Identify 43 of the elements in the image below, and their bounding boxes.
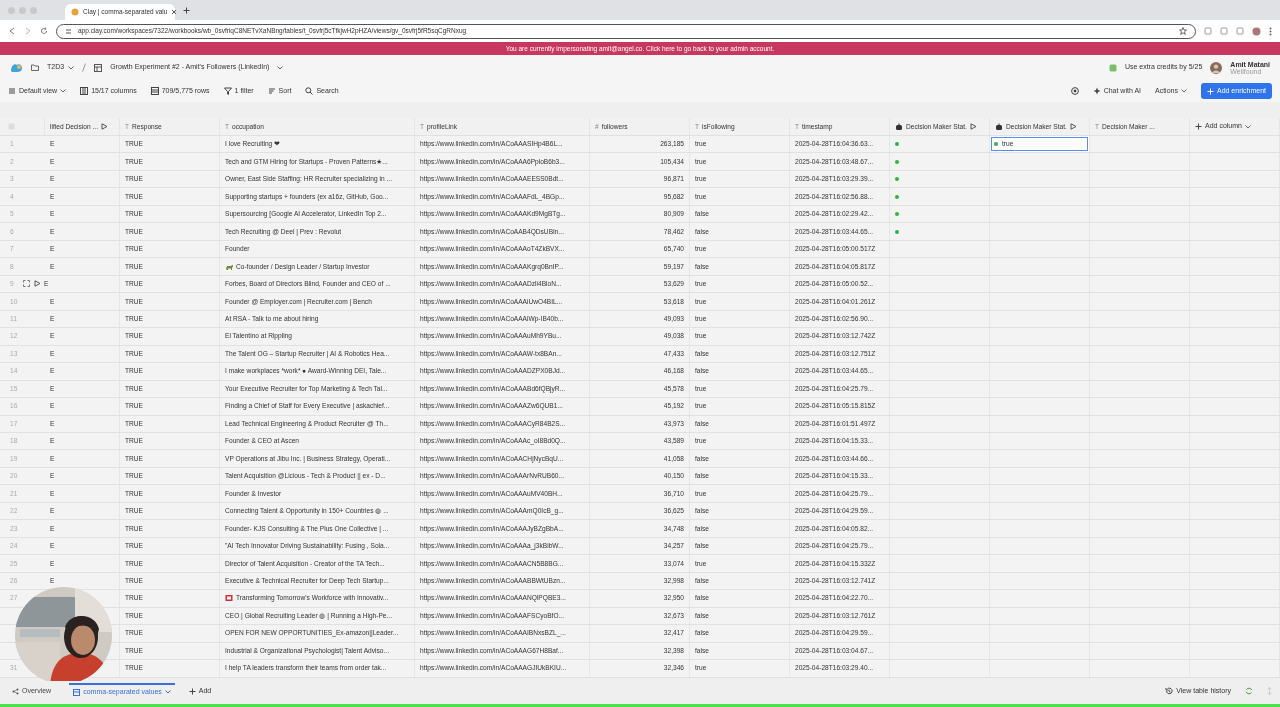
list-icon bbox=[8, 87, 16, 95]
back-icon[interactable] bbox=[8, 27, 16, 35]
logo-icon bbox=[10, 62, 23, 73]
folder-icon bbox=[31, 64, 39, 71]
run-icon[interactable] bbox=[1069, 123, 1077, 130]
columns-icon bbox=[80, 87, 89, 95]
plus-icon bbox=[1206, 87, 1214, 95]
robot-icon bbox=[895, 122, 903, 131]
run-icon[interactable] bbox=[969, 123, 977, 130]
table-icon bbox=[94, 63, 103, 72]
target-icon[interactable] bbox=[1070, 87, 1079, 95]
history-icon bbox=[1165, 687, 1174, 695]
new-tab-icon[interactable] bbox=[183, 6, 190, 14]
reload-icon[interactable] bbox=[40, 27, 48, 35]
search-icon bbox=[305, 87, 314, 95]
bookmark-star-icon[interactable] bbox=[1179, 27, 1187, 35]
credits-icon bbox=[1108, 63, 1117, 72]
share-icon bbox=[12, 687, 19, 695]
avatar[interactable] bbox=[1210, 61, 1223, 74]
rows-icon bbox=[150, 87, 159, 95]
chevron-down-icon bbox=[60, 89, 67, 93]
site-icon bbox=[71, 8, 79, 16]
plus-icon bbox=[188, 687, 196, 695]
table-icon bbox=[73, 688, 81, 696]
close-icon[interactable] bbox=[171, 9, 178, 15]
chevron-down-icon bbox=[1244, 124, 1251, 129]
chevron-down-icon bbox=[1180, 89, 1187, 93]
plus-icon bbox=[1195, 123, 1202, 130]
separator-icon bbox=[82, 63, 87, 72]
chevron-down-icon[interactable] bbox=[68, 65, 75, 70]
site-info-icon bbox=[65, 27, 72, 35]
robot-icon bbox=[995, 122, 1003, 131]
sparkle-icon bbox=[1092, 87, 1101, 95]
profile-icon[interactable] bbox=[1252, 26, 1261, 36]
sort-icon bbox=[267, 87, 276, 95]
refresh-icon[interactable] bbox=[1245, 687, 1253, 695]
chevron-down-icon[interactable] bbox=[277, 65, 284, 70]
filter-icon bbox=[223, 87, 232, 95]
run-icon[interactable] bbox=[101, 123, 108, 130]
chevron-down-icon bbox=[164, 690, 171, 694]
sidebar-icon[interactable] bbox=[1236, 27, 1244, 35]
menu-icon[interactable] bbox=[1269, 26, 1272, 36]
row-tools-icon[interactable] bbox=[23, 280, 41, 288]
